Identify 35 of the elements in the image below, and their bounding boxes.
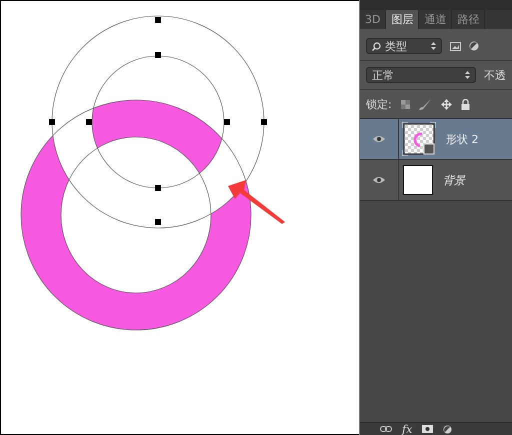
anchor-handle[interactable] bbox=[224, 119, 230, 125]
move-icon[interactable] bbox=[440, 98, 452, 110]
filter-dropdown[interactable]: 类型 bbox=[366, 38, 442, 54]
mask-icon[interactable] bbox=[422, 425, 434, 433]
eye-icon[interactable] bbox=[373, 135, 385, 143]
layer-name: 形状 2 bbox=[446, 132, 478, 146]
anchor-handle[interactable] bbox=[155, 219, 161, 225]
anchor-handle[interactable] bbox=[86, 119, 92, 125]
anchor-handle[interactable] bbox=[155, 17, 161, 23]
layer-name: 背景 bbox=[443, 172, 465, 188]
anchor-handle[interactable] bbox=[49, 119, 55, 125]
opacity-label: 不透 bbox=[484, 68, 506, 82]
anchor-handle[interactable] bbox=[155, 52, 161, 58]
panel-tab[interactable]: 图层 bbox=[386, 10, 420, 29]
brush-icon[interactable] bbox=[418, 98, 432, 110]
layer-thumbnail bbox=[403, 165, 433, 195]
search-icon bbox=[372, 42, 381, 50]
half-circle-icon[interactable] bbox=[443, 424, 452, 434]
layer-thumbnail bbox=[402, 122, 436, 156]
anchor-handle[interactable] bbox=[155, 185, 161, 191]
arrow bbox=[228, 180, 285, 224]
link-icon[interactable] bbox=[380, 426, 392, 432]
layer-row[interactable]: 背景 bbox=[360, 160, 512, 201]
fx-button[interactable]: fx bbox=[402, 424, 412, 434]
layer-row[interactable]: 形状 2 bbox=[360, 119, 512, 160]
stepper-arrows-icon bbox=[465, 71, 470, 79]
image-icon[interactable] bbox=[450, 42, 461, 50]
lock-label: 锁定: bbox=[366, 96, 392, 112]
eye-icon[interactable] bbox=[373, 176, 385, 184]
checkerboard-icon[interactable] bbox=[400, 100, 410, 108]
half-circle-icon[interactable] bbox=[469, 41, 479, 51]
stepper-arrows-icon bbox=[431, 42, 436, 50]
blend-mode-dropdown[interactable]: 正常 bbox=[366, 67, 476, 83]
lock-icon[interactable] bbox=[460, 98, 470, 110]
anchor-handle[interactable] bbox=[261, 119, 267, 125]
